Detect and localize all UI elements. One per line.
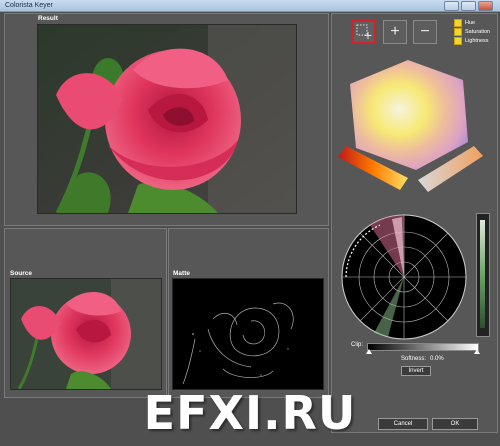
softness-label: Softness: (401, 356, 427, 362)
source-label: Source (10, 270, 33, 277)
lightness-slider[interactable] (476, 213, 490, 337)
hsl-cube-graphic (338, 60, 483, 192)
matte-rose-outline (173, 279, 323, 389)
rose-photo (38, 25, 296, 213)
subtract-range-button[interactable]: − (413, 20, 437, 44)
clip-high-handle[interactable] (474, 349, 480, 354)
window-title: Colorista Keyer (5, 2, 53, 9)
lightness-slider-track (480, 220, 485, 328)
matte-image (172, 278, 324, 390)
hue-label: Hue (465, 19, 476, 26)
vectorscope-graphic (341, 214, 467, 340)
invert-button[interactable]: Invert (401, 366, 431, 376)
saturation-label: Saturation (465, 28, 491, 35)
add-range-button[interactable]: + (383, 20, 407, 44)
lightness-label: Lightness (465, 37, 489, 44)
marquee-plus-icon (356, 24, 372, 39)
saturation-checkbox[interactable] (454, 27, 462, 36)
hsl-cube-view[interactable] (338, 52, 488, 197)
matte-label: Matte (173, 270, 190, 277)
saturation-option[interactable]: Saturation (454, 27, 490, 36)
minimize-button[interactable] (444, 1, 459, 11)
hue-checkbox[interactable] (454, 18, 462, 27)
watermark-text: EFXI.RU (143, 386, 357, 440)
add-selection-button[interactable] (352, 20, 376, 44)
clip-slider[interactable] (367, 343, 479, 351)
hue-option[interactable]: Hue (454, 18, 490, 27)
title-bar (0, 0, 500, 12)
result-image (37, 24, 297, 214)
channel-options: Hue Saturation Lightness (454, 18, 490, 45)
clip-label: Clip: (351, 342, 364, 348)
softness-value[interactable]: 0.0% (430, 356, 444, 362)
source-rose-photo (11, 279, 161, 389)
clip-low-handle[interactable] (366, 349, 372, 354)
source-image (10, 278, 162, 390)
maximize-button[interactable] (461, 1, 476, 11)
close-button[interactable] (478, 1, 493, 11)
result-label: Result (38, 15, 58, 22)
hue-wheel-scope[interactable] (340, 213, 468, 341)
lightness-option[interactable]: Lightness (454, 36, 490, 45)
lightness-checkbox[interactable] (454, 36, 462, 45)
